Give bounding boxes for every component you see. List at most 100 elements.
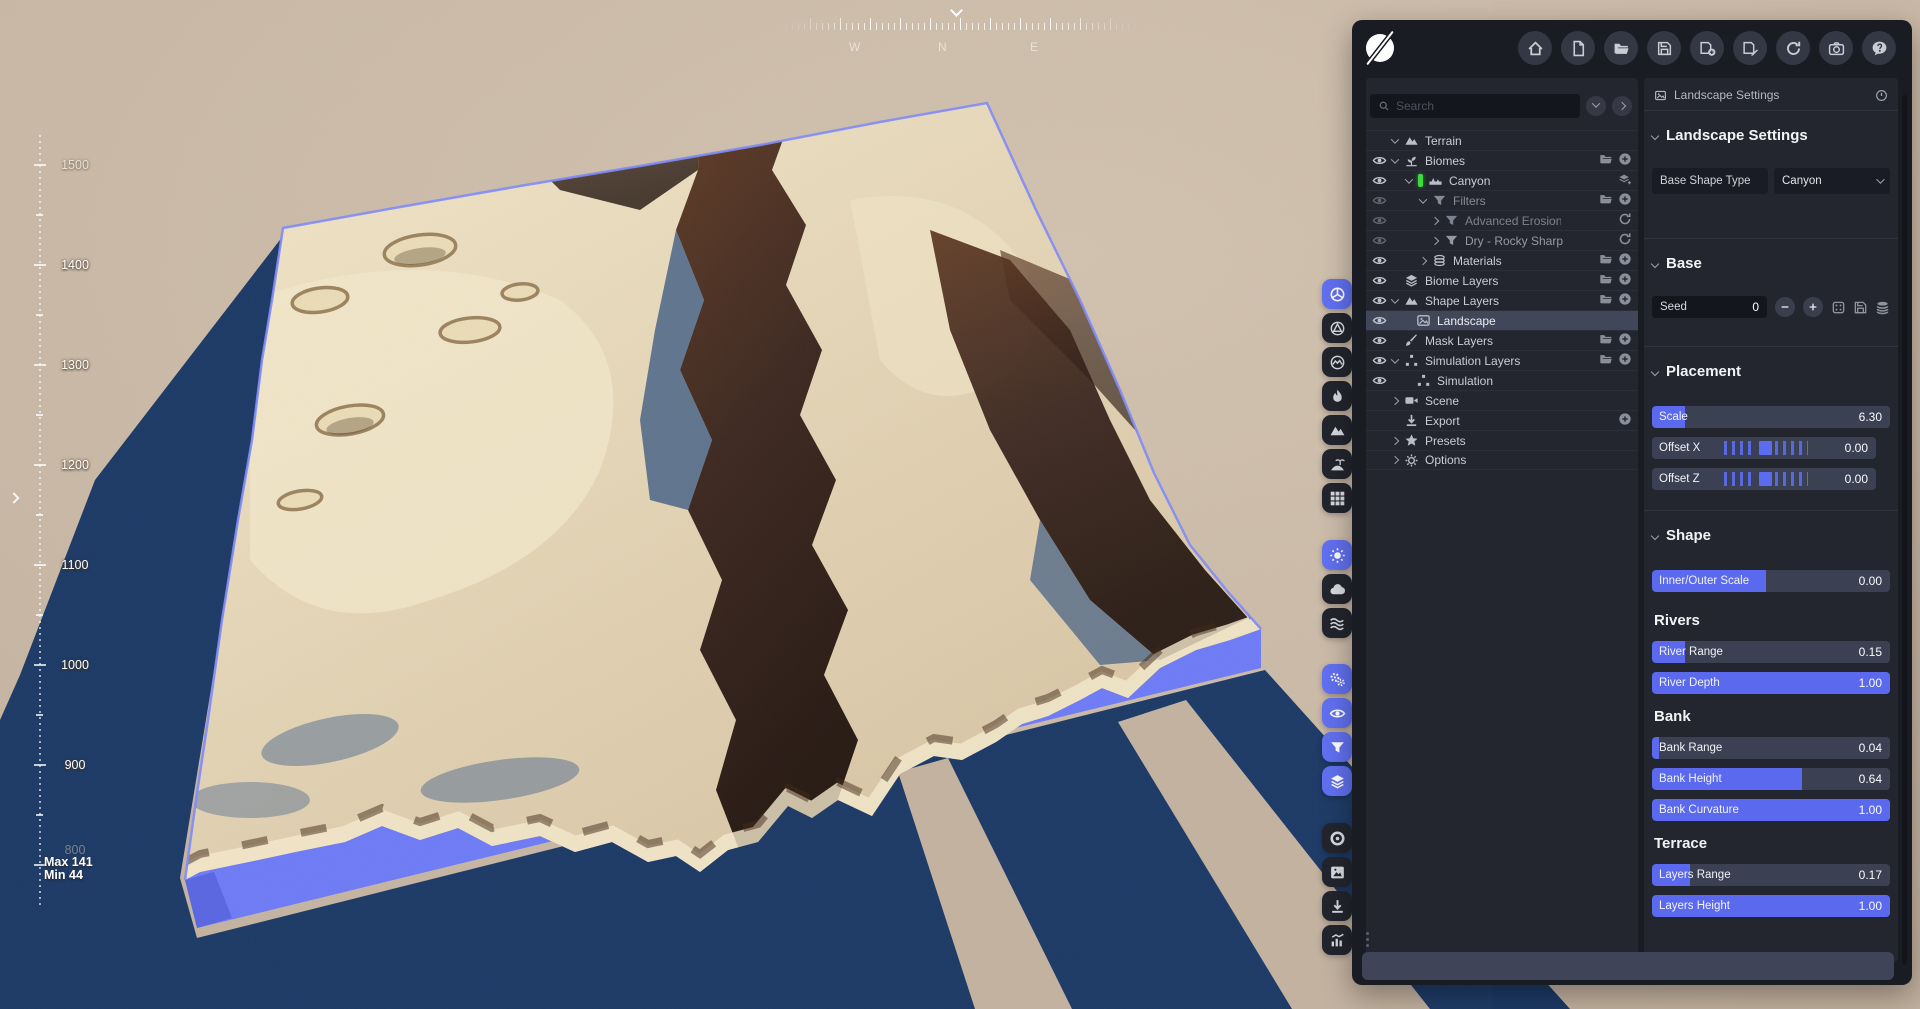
tree-item-dry-rocky-sharp[interactable]: Dry - Rocky Sharp <box>1366 230 1638 250</box>
seed-field[interactable]: Seed 0 <box>1652 296 1767 318</box>
open-folder-button[interactable] <box>1604 31 1638 65</box>
sun-button[interactable] <box>1322 540 1352 570</box>
collapse-all-button[interactable] <box>1586 96 1606 116</box>
cloud-button[interactable] <box>1322 574 1352 604</box>
home-button[interactable] <box>1518 31 1552 65</box>
mountain-button[interactable] <box>1322 415 1352 445</box>
eye-button[interactable] <box>1322 698 1352 728</box>
image-button[interactable] <box>1322 857 1352 887</box>
visibility-eye-icon[interactable] <box>1372 253 1388 269</box>
visibility-eye-icon[interactable] <box>1372 293 1388 309</box>
folder-icon[interactable] <box>1599 192 1613 209</box>
tree-item-options[interactable]: Options <box>1366 450 1638 470</box>
layers-add-icon[interactable] <box>1618 172 1632 189</box>
section-base[interactable]: Base <box>1644 255 1898 272</box>
section-shape[interactable]: Shape <box>1644 527 1898 544</box>
folder-icon[interactable] <box>1599 332 1613 349</box>
add-icon[interactable] <box>1618 252 1632 269</box>
add-icon[interactable] <box>1618 272 1632 289</box>
layers-height-slider[interactable]: Layers Height 1.00 <box>1652 895 1890 917</box>
add-icon[interactable] <box>1618 352 1632 369</box>
folder-icon[interactable] <box>1599 272 1613 289</box>
offset-z-scrubber[interactable]: Offset Z 0.00 m <box>1652 468 1876 490</box>
tree-item-terrain[interactable]: Terrain <box>1366 130 1638 150</box>
base-shape-type-dropdown[interactable]: Canyon <box>1774 168 1890 194</box>
pin-power-icon[interactable] <box>1875 89 1888 102</box>
refresh-icon[interactable] <box>1618 212 1632 229</box>
flame-button[interactable] <box>1322 381 1352 411</box>
river-depth-slider[interactable]: River Depth 1.00 <box>1652 672 1890 694</box>
screenshot-button[interactable] <box>1819 31 1853 65</box>
tree-item-canyon[interactable]: Canyon <box>1366 170 1638 190</box>
visibility-eye-icon[interactable] <box>1372 373 1388 389</box>
record-button[interactable] <box>1322 823 1352 853</box>
folder-icon[interactable] <box>1599 292 1613 309</box>
folder-icon[interactable] <box>1599 352 1613 369</box>
visibility-eye-icon[interactable] <box>1372 153 1388 169</box>
grid-button[interactable] <box>1322 483 1352 513</box>
visibility-eye-icon[interactable] <box>1372 333 1388 349</box>
search-input[interactable] <box>1396 99 1572 113</box>
visibility-eye-icon[interactable] <box>1372 193 1388 209</box>
seed-increment-button[interactable] <box>1803 297 1823 317</box>
add-icon[interactable] <box>1618 292 1632 309</box>
tree-item-simulation[interactable]: Simulation <box>1366 370 1638 390</box>
tree-item-presets[interactable]: Presets <box>1366 430 1638 450</box>
sync-button[interactable] <box>1776 31 1810 65</box>
new-file-button[interactable] <box>1561 31 1595 65</box>
bank-height-slider[interactable]: Bank Height 0.64 <box>1652 768 1890 790</box>
tree-item-biome-layers[interactable]: Biome Layers <box>1366 270 1638 290</box>
jump-to-button[interactable] <box>1612 96 1632 116</box>
visibility-eye-icon[interactable] <box>1372 173 1388 189</box>
refresh-icon[interactable] <box>1618 232 1632 249</box>
planet-outline-button[interactable] <box>1322 313 1352 343</box>
add-icon[interactable] <box>1618 412 1632 429</box>
river-range-slider[interactable]: River Range 0.15 <box>1652 641 1890 663</box>
tree-item-export[interactable]: Export <box>1366 410 1638 430</box>
visibility-eye-icon[interactable] <box>1372 353 1388 369</box>
tree-item-landscape[interactable]: Landscape <box>1366 310 1638 330</box>
visibility-eye-icon[interactable] <box>1372 273 1388 289</box>
tree-item-scene[interactable]: Scene <box>1366 390 1638 410</box>
gears-button[interactable] <box>1322 664 1352 694</box>
save-icon[interactable] <box>1853 300 1868 315</box>
add-icon[interactable] <box>1618 152 1632 169</box>
bank-curvature-slider[interactable]: Bank Curvature 1.00 <box>1652 799 1890 821</box>
tree-item-mask-layers[interactable]: Mask Layers <box>1366 330 1638 350</box>
planet-mesh-button[interactable] <box>1322 279 1352 309</box>
visibility-eye-icon[interactable] <box>1372 233 1388 249</box>
layers-range-slider[interactable]: Layers Range 0.17 <box>1652 864 1890 886</box>
tree-item-advanced-erosion[interactable]: Advanced Erosion - Se <box>1366 210 1638 230</box>
scale-slider[interactable]: Scale 6.30 <box>1652 406 1890 428</box>
section-placement[interactable]: Placement <box>1644 363 1898 380</box>
section-landscape-settings[interactable]: Landscape Settings <box>1644 127 1898 144</box>
panel-resize-handle[interactable] <box>1366 932 1370 947</box>
compass-ruler[interactable]: W N E <box>780 16 1140 62</box>
tree-item-filters[interactable]: Filters <box>1366 190 1638 210</box>
filter-button[interactable] <box>1322 732 1352 762</box>
tree-item-shape-layers[interactable]: Shape Layers <box>1366 290 1638 310</box>
database-icon[interactable] <box>1875 300 1890 315</box>
search-field[interactable] <box>1370 94 1580 118</box>
add-icon[interactable] <box>1618 192 1632 209</box>
tree-item-materials[interactable]: Materials <box>1366 250 1638 270</box>
bank-range-slider[interactable]: Bank Range 0.04 <box>1652 737 1890 759</box>
randomize-dice-icon[interactable] <box>1831 300 1846 315</box>
folder-icon[interactable] <box>1599 152 1613 169</box>
save-add-button[interactable] <box>1690 31 1724 65</box>
download-button[interactable] <box>1322 891 1352 921</box>
seed-decrement-button[interactable] <box>1775 297 1795 317</box>
add-icon[interactable] <box>1618 332 1632 349</box>
inner-outer-scale-slider[interactable]: Inner/Outer Scale 0.00 <box>1652 570 1890 592</box>
island-button[interactable] <box>1322 449 1352 479</box>
help-button[interactable] <box>1862 31 1896 65</box>
crater-ridge-button[interactable] <box>1322 347 1352 377</box>
folder-icon[interactable] <box>1599 252 1613 269</box>
layers-button[interactable] <box>1322 766 1352 796</box>
waves-button[interactable] <box>1322 608 1352 638</box>
save-edit-button[interactable] <box>1733 31 1767 65</box>
tree-item-simulation-layers[interactable]: Simulation Layers <box>1366 350 1638 370</box>
visibility-eye-icon[interactable] <box>1372 213 1388 229</box>
visibility-eye-icon[interactable] <box>1372 313 1388 329</box>
save-button[interactable] <box>1647 31 1681 65</box>
